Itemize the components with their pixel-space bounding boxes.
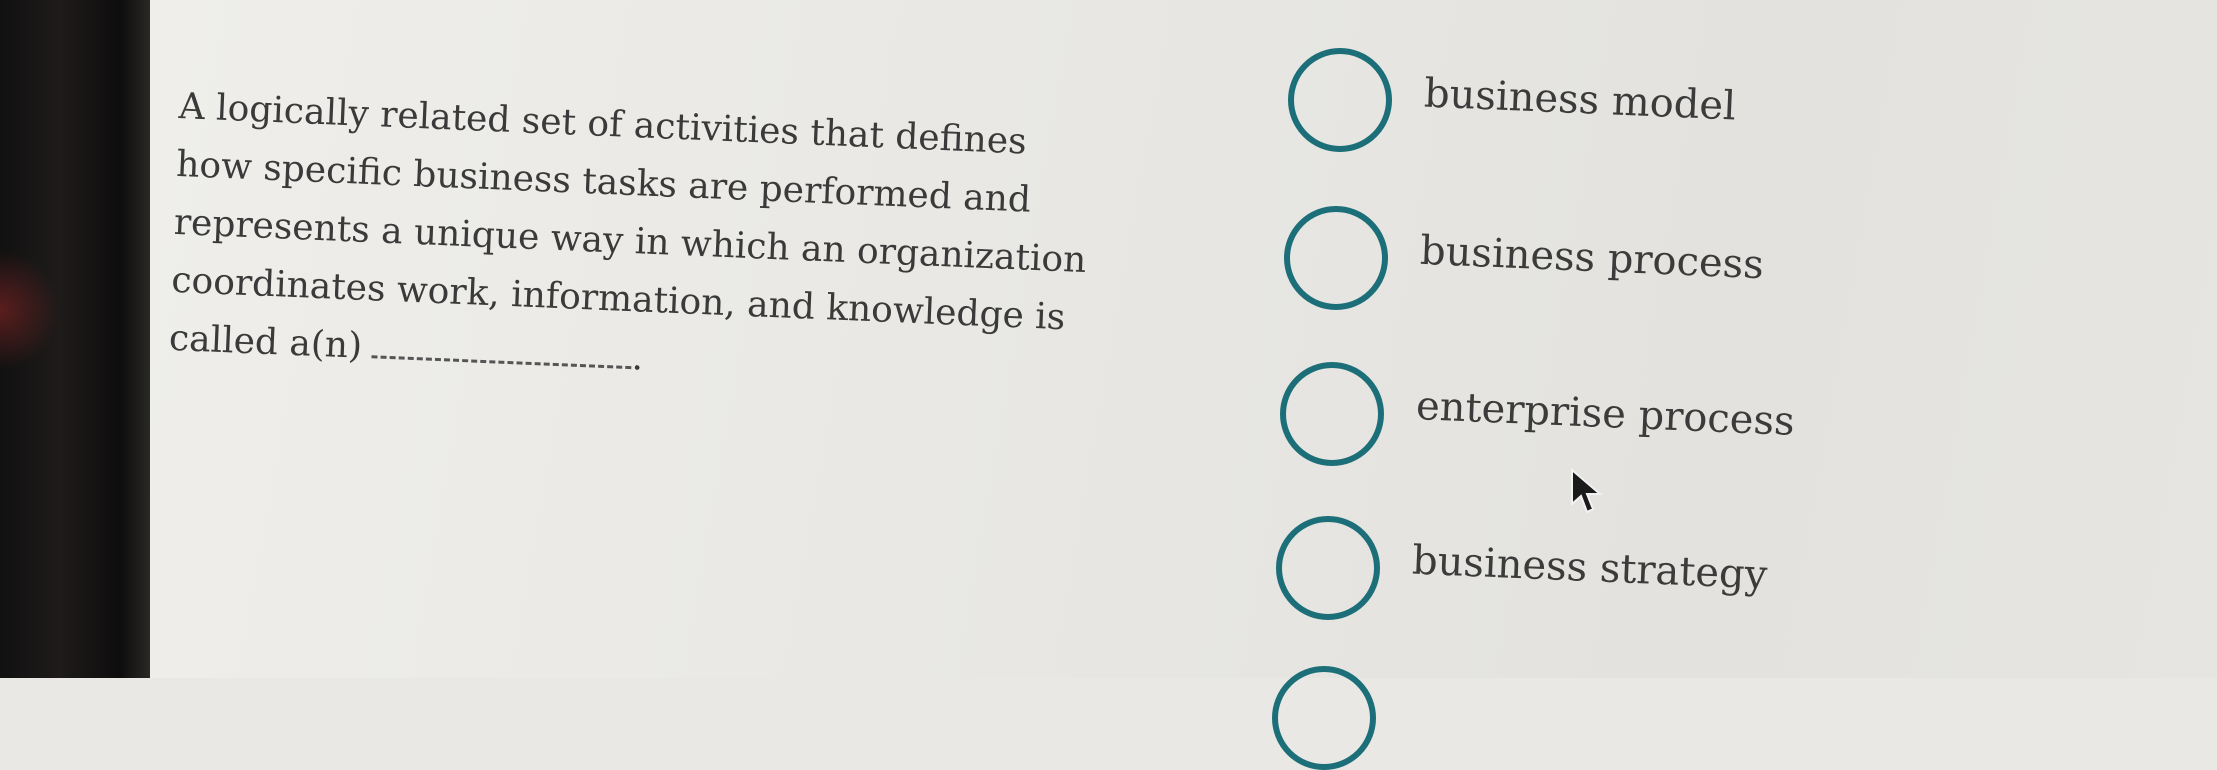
option-label[interactable]: business strategy <box>1411 538 1768 599</box>
question-text: A logically related set of activities th… <box>168 78 1109 407</box>
option-label[interactable]: business process <box>1419 228 1764 288</box>
option-business-process[interactable]: business process <box>1284 206 1765 310</box>
option-business-strategy[interactable]: business strategy <box>1276 516 1768 620</box>
question-body: A logically related set of activities th… <box>168 85 1088 367</box>
radio-unselected-icon[interactable] <box>1280 362 1384 466</box>
option-label[interactable]: business model <box>1423 70 1737 129</box>
bezel-reflection <box>0 250 60 370</box>
radio-unselected-icon[interactable] <box>1288 48 1392 152</box>
option-partial-hidden[interactable] <box>1272 666 1376 770</box>
option-label[interactable]: enterprise process <box>1415 383 1795 445</box>
question-end: . <box>631 337 645 379</box>
mouse-pointer-icon <box>1571 468 1603 514</box>
radio-unselected-icon[interactable] <box>1284 206 1388 310</box>
option-business-model[interactable]: business model <box>1288 48 1737 152</box>
radio-unselected-icon[interactable] <box>1276 516 1380 620</box>
answer-blank <box>371 354 632 370</box>
radio-unselected-icon[interactable] <box>1272 666 1376 770</box>
option-enterprise-process[interactable]: enterprise process <box>1280 362 1795 466</box>
